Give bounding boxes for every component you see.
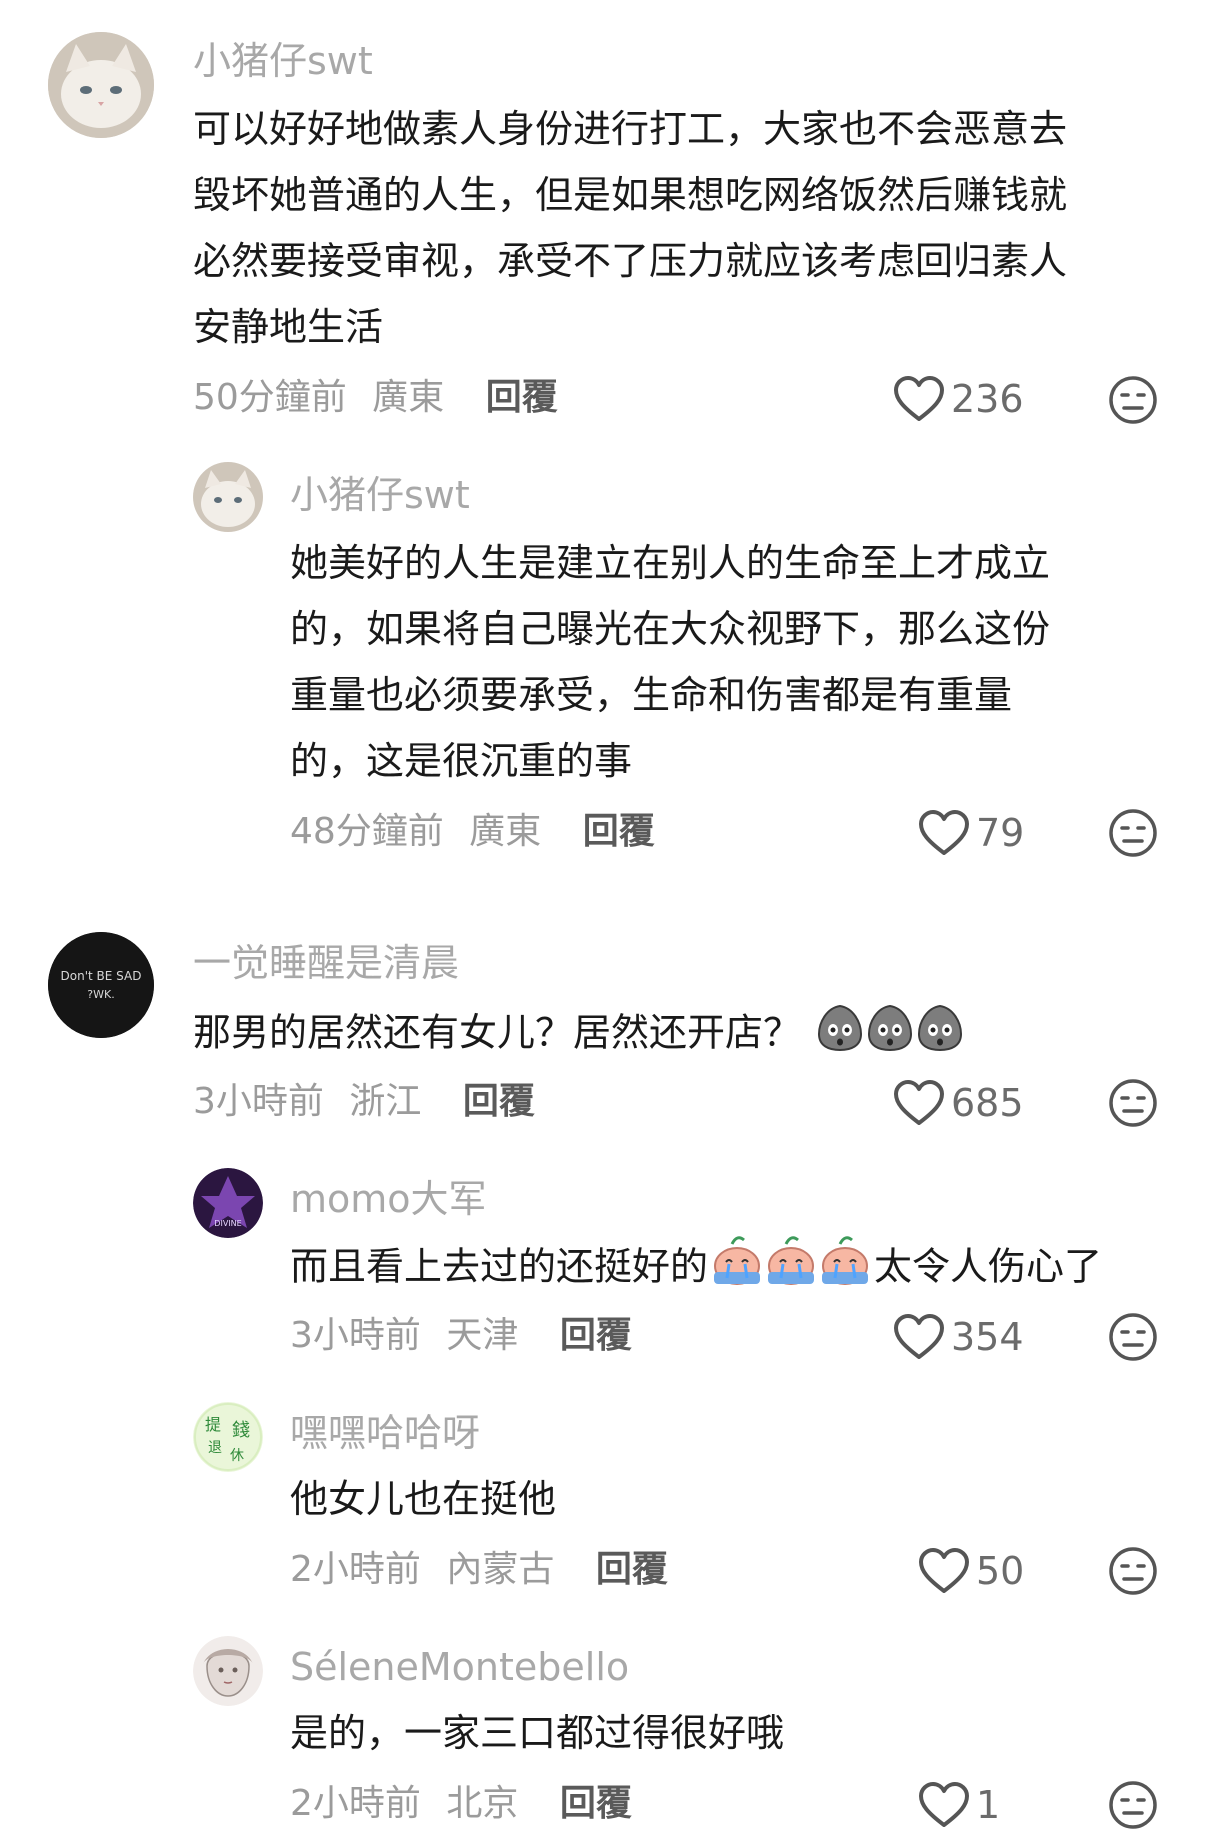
cat-avatar-image [48,32,154,138]
avatar[interactable] [193,462,263,532]
comment-time: 3小時前 [290,1315,421,1356]
comment-text-line: 那男的居然还有女儿？居然还开店？ [193,1010,802,1055]
avatar-text: Don't BE SAD [61,969,142,983]
comment-time: 3小時前 [193,1081,324,1122]
shocked-gourd-emoji [815,998,965,1072]
like-button[interactable]: 50 [918,1546,1024,1596]
heart-outline-icon [894,1314,944,1359]
reply-button[interactable]: 回覆 [596,1549,668,1590]
crying-emoji [710,1232,872,1306]
comment-text-line: 他女儿也在挺他 [290,1477,557,1521]
avatar[interactable]: DIVINE [193,1168,263,1238]
comment-time: 2小時前 [290,1549,421,1590]
chalkboard-avatar-image: Don't BE SAD ?WK. [48,932,154,1038]
avatar-text: 休 [230,1448,244,1464]
comment-location: 天津 [446,1315,519,1356]
avatar-text: DIVINE [214,1219,241,1228]
neutral-face-icon[interactable] [1108,1078,1158,1128]
purple-emblem-avatar-image: DIVINE [193,1168,263,1238]
reply-button[interactable]: 回覆 [560,1783,632,1824]
comment-text-line: 的，这是很沉重的事 [290,739,633,783]
comment-text: 他女儿也在挺他 [290,1466,556,1532]
reply-button[interactable]: 回覆 [560,1315,632,1356]
neutral-face-icon[interactable] [1108,1546,1158,1596]
comment-username[interactable]: 小猪仔swt [290,476,470,514]
neutral-face-icon[interactable] [1108,1780,1158,1830]
comment-text-line: 毁坏她普通的人生，但是如果想吃网络饭然后赚钱就 [193,173,1068,217]
heart-outline-icon [919,810,969,855]
comment-meta: 50分鐘前 廣東 回覆 [193,380,558,416]
comment-meta: 3小時前 天津 回覆 [290,1318,632,1354]
comment-time: 50分鐘前 [193,377,347,418]
sketch-portrait-avatar-image [193,1636,263,1706]
comment-text: 她美好的人生是建立在别人的生命至上才成立 的，如果将自己曝光在大众视野下，那么这… [290,530,1050,794]
comment-username[interactable]: 小猪仔swt [193,42,373,80]
comment-location: 廣東 [372,377,445,418]
comment-text-line: 安静地生活 [193,305,384,349]
avatar[interactable]: Don't BE SAD ?WK. [48,932,154,1038]
avatar[interactable] [193,1636,263,1706]
comment-username[interactable]: 嘿嘿哈哈呀 [290,1414,480,1452]
comment-location: 廣東 [469,811,542,852]
comment-text-line: 她美好的人生是建立在别人的生命至上才成立 [290,541,1051,585]
neutral-face-icon[interactable] [1108,1312,1158,1362]
avatar-text: 提 [205,1415,221,1434]
comment-text: 那男的居然还有女儿？居然还开店？ [193,998,967,1072]
comment-text: 可以好好地做素人身份进行打工，大家也不会恶意去 毁坏她普通的人生，但是如果想吃网… [193,96,1067,360]
reply-button[interactable]: 回覆 [583,811,655,852]
like-count: 1 [976,1783,1001,1827]
reply-button[interactable]: 回覆 [463,1081,535,1122]
heart-outline-icon [919,1548,969,1593]
comment-text-line: 必然要接受审视，承受不了压力就应该考虑回归素人 [193,239,1068,283]
avatar[interactable] [48,32,154,138]
comment-text-line: 的，如果将自己曝光在大众视野下，那么这份 [290,607,1051,651]
comment-meta: 2小時前 內蒙古 回覆 [290,1552,668,1588]
comment-location: 北京 [446,1783,519,1824]
avatar-text: 退 [208,1440,222,1456]
comment-text-line: 可以好好地做素人身份进行打工，大家也不会恶意去 [193,107,1068,151]
comment-meta: 2小時前 北京 回覆 [290,1786,632,1822]
like-count: 354 [951,1315,1024,1359]
like-count: 50 [976,1549,1025,1593]
comment-location: 浙江 [349,1081,422,1122]
comment-text: 是的，一家三口都过得很好哦 [290,1700,784,1766]
like-count: 685 [951,1081,1024,1125]
comment-time: 2小時前 [290,1783,421,1824]
like-button[interactable]: 236 [893,374,1024,424]
like-button[interactable]: 354 [893,1312,1024,1362]
comment-text-line: 是的，一家三口都过得很好哦 [290,1711,785,1755]
like-count: 79 [976,811,1025,855]
reply-button[interactable]: 回覆 [486,377,558,418]
comment-username[interactable]: momo大军 [290,1180,487,1218]
avatar-text: 錢 [232,1420,250,1441]
comment-text-line: 重量也必须要承受，生命和伤害都是有重量 [290,673,1013,717]
cat-avatar-image [193,462,263,532]
heart-outline-icon [919,1782,969,1827]
comment-text-part: 而且看上去过的还挺好的 [290,1244,709,1289]
comment-meta: 48分鐘前 廣東 回覆 [290,814,655,850]
heart-outline-icon [894,376,944,421]
avatar-text: ?WK. [87,988,114,1001]
comment-meta: 3小時前 浙江 回覆 [193,1084,535,1120]
calligraphy-avatar-image: 提 錢 退 休 [193,1402,263,1472]
comment-text: 而且看上去过的还挺好的 太令人伤心了 [290,1232,1102,1306]
comment-text-part: 太令人伤心了 [874,1244,1103,1289]
comment-username[interactable]: SéleneMontebello [290,1648,629,1686]
avatar[interactable]: 提 錢 退 休 [193,1402,263,1472]
neutral-face-icon[interactable] [1108,375,1158,425]
like-button[interactable]: 79 [918,808,1024,858]
like-count: 236 [951,377,1024,421]
heart-outline-icon [894,1080,944,1125]
comment-time: 48分鐘前 [290,811,444,852]
comment-username[interactable]: 一觉睡醒是清晨 [193,944,459,982]
neutral-face-icon[interactable] [1108,808,1158,858]
comment-location: 內蒙古 [446,1549,555,1590]
like-button[interactable]: 685 [893,1078,1024,1128]
like-button[interactable]: 1 [918,1780,1000,1830]
